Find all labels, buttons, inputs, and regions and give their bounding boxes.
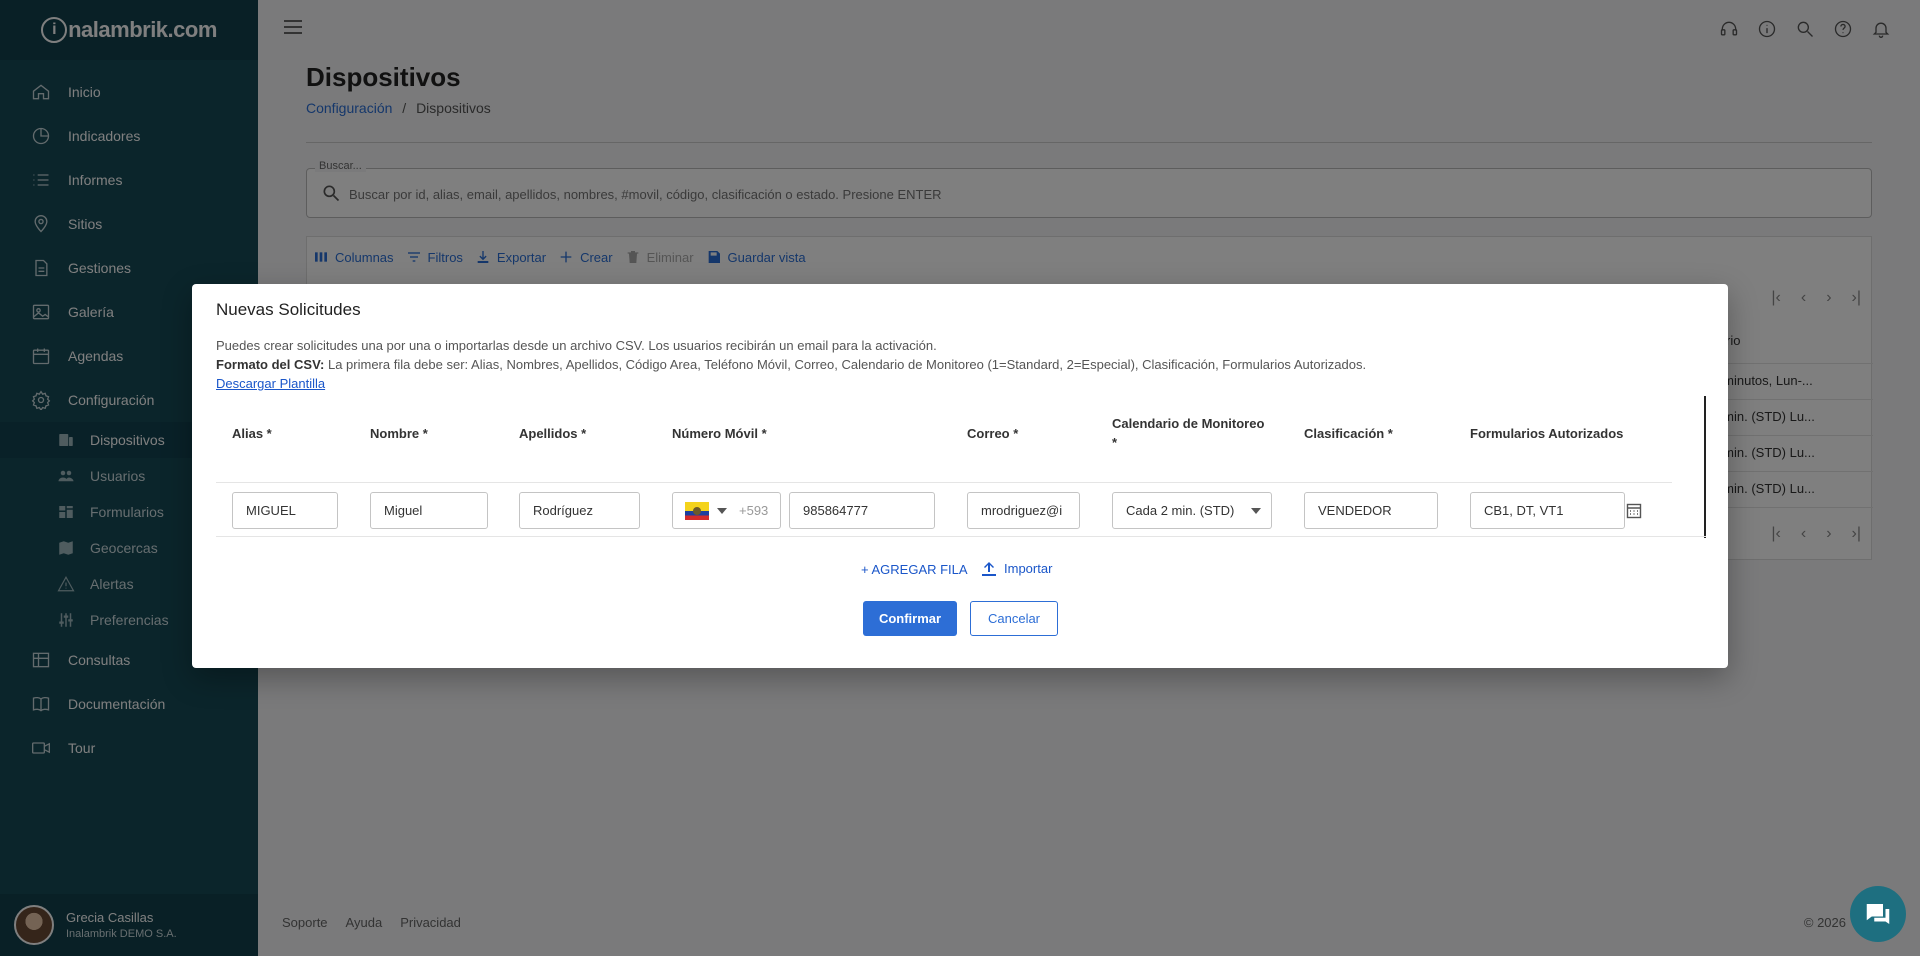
column-header-apellidos: Apellidos *	[519, 426, 587, 441]
column-header-alias: Alias *	[232, 426, 272, 441]
add-row-button[interactable]: + AGREGAR FILA	[861, 562, 968, 577]
alias-input[interactable]: MIGUEL	[232, 492, 338, 529]
calendar-select[interactable]: Cada 2 min. (STD)	[1112, 492, 1272, 529]
chat-button[interactable]	[1850, 886, 1906, 942]
apellidos-input[interactable]: Rodríguez	[519, 492, 640, 529]
csv-format-note: Formato del CSV: La primera fila debe se…	[216, 357, 1366, 372]
column-header-calendario-line1: Calendario de Monitoreo	[1112, 416, 1265, 431]
dialog-title: Nuevas Solicitudes	[216, 300, 361, 319]
column-header-nombre: Nombre *	[370, 426, 428, 441]
column-header-movil: Número Móvil *	[672, 426, 767, 441]
import-label: Importar	[1004, 560, 1053, 576]
formularios-input[interactable]: CB1, DT, VT1	[1470, 492, 1625, 529]
download-template-link[interactable]: Descargar Plantilla	[216, 376, 325, 391]
upload-icon	[982, 562, 996, 576]
new-requests-dialog: Nuevas Solicitudes Puedes crear solicitu…	[192, 284, 1728, 668]
calculator-icon[interactable]	[1626, 503, 1642, 519]
column-header-calendario-line2: *	[1112, 435, 1118, 450]
nombre-input[interactable]: Miguel	[370, 492, 488, 529]
cancel-button[interactable]: Cancelar	[970, 601, 1058, 636]
column-header-calendario: Calendario de Monitoreo *	[1112, 414, 1264, 452]
clasificacion-input[interactable]: VENDEDOR	[1304, 492, 1438, 529]
csv-format-label: Formato del CSV:	[216, 357, 325, 372]
phone-input[interactable]: 985864777	[789, 492, 935, 529]
calendar-select-value: Cada 2 min. (STD)	[1126, 503, 1235, 518]
country-code-select[interactable]: +593	[672, 492, 781, 529]
column-header-correo: Correo *	[967, 426, 1019, 441]
header-divider	[216, 482, 1672, 483]
ecuador-flag-icon	[685, 501, 709, 520]
confirm-button[interactable]: Confirmar	[863, 601, 957, 636]
chat-icon	[1866, 904, 1890, 924]
csv-format-text: La primera fila debe ser: Alias, Nombres…	[324, 357, 1367, 372]
email-field[interactable]: mrodriguez@i	[967, 492, 1080, 529]
requests-grid: Alias * Nombre * Apellidos * Número Móvi…	[216, 396, 1706, 538]
row-divider	[216, 536, 1706, 537]
dialog-description: Puedes crear solicitudes una por una o i…	[216, 338, 937, 353]
country-code-value: +593	[739, 503, 769, 518]
import-button[interactable]: Importar	[982, 560, 1052, 576]
chevron-down-icon	[717, 507, 727, 514]
chevron-down-icon	[1251, 508, 1261, 514]
column-header-clasificacion: Clasificación *	[1304, 426, 1393, 441]
column-header-formularios: Formularios Autorizados	[1470, 426, 1624, 441]
